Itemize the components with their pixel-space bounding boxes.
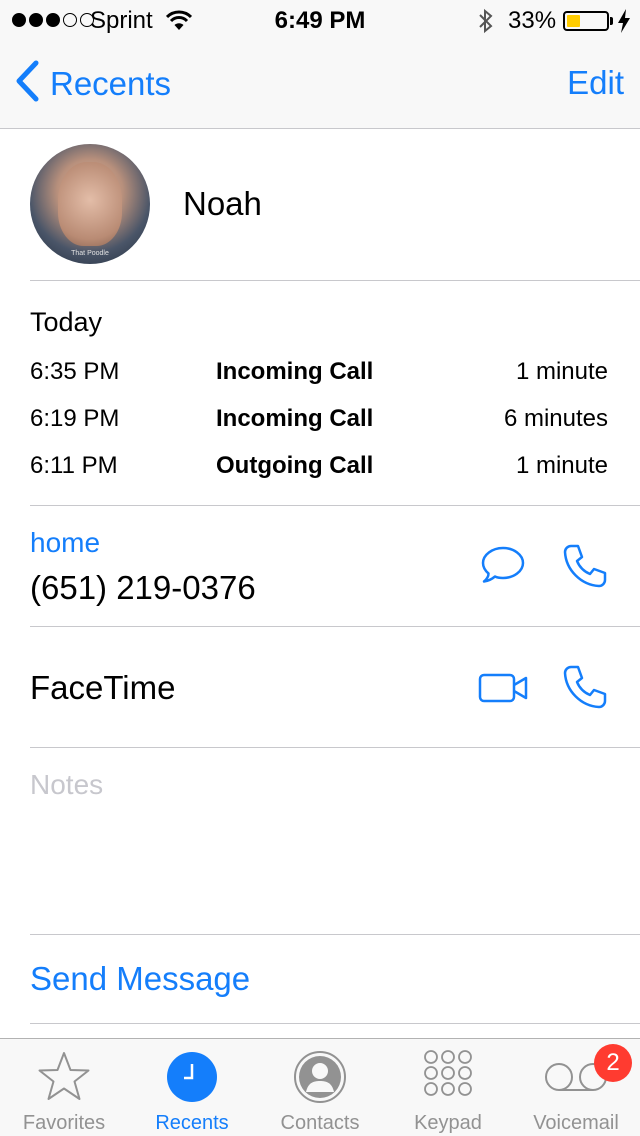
call-history-row: 6:35 PM Incoming Call 1 minute (0, 358, 640, 388)
call-history-row: 6:11 PM Outgoing Call 1 minute (0, 452, 640, 482)
call-duration: 6 minutes (503, 405, 608, 432)
tab-label: Voicemail (533, 1112, 619, 1134)
call-time: 6:35 PM (30, 358, 120, 385)
divider (30, 1023, 640, 1024)
call-duration: 1 minute (515, 452, 608, 479)
battery-percent: 33% (508, 7, 557, 34)
message-bubble-icon[interactable] (480, 544, 526, 591)
call-type: Incoming Call (216, 405, 374, 432)
phone-call-icon[interactable] (561, 542, 609, 595)
battery-tip (610, 17, 613, 25)
tab-favorites[interactable]: Favorites (0, 1039, 128, 1136)
status-bar: Sprint 6:49 PM 33% (0, 0, 640, 40)
contact-name: Noah (183, 185, 262, 222)
divider (30, 747, 640, 748)
divider (30, 280, 640, 281)
chevron-left-icon (14, 60, 40, 107)
tab-label: Recents (155, 1112, 229, 1134)
battery-fill (567, 15, 580, 27)
call-type: Incoming Call (216, 358, 374, 385)
call-duration: 1 minute (515, 358, 608, 385)
star-icon (0, 1049, 128, 1105)
tab-label: Contacts (280, 1112, 360, 1134)
call-history-row: 6:19 PM Incoming Call 6 minutes (0, 405, 640, 435)
bluetooth-icon (476, 8, 496, 41)
top-bar: Sprint 6:49 PM 33% Recents Edit (0, 0, 640, 129)
tab-bar: Favorites Recents Contacts Keypad Voicem… (0, 1038, 640, 1136)
back-button[interactable]: Recents (14, 60, 171, 107)
call-time: 6:11 PM (30, 452, 118, 479)
tab-keypad[interactable]: Keypad (384, 1039, 512, 1136)
voicemail-badge: 2 (594, 1044, 632, 1082)
facetime-label: FaceTime (30, 669, 176, 706)
keypad-icon (384, 1049, 512, 1105)
call-history-heading: Today (30, 307, 103, 337)
clock-icon (128, 1049, 256, 1105)
charging-bolt-icon (617, 8, 631, 41)
avatar: That Poodle (30, 144, 150, 264)
edit-button[interactable]: Edit (567, 64, 624, 102)
tab-label: Favorites (22, 1112, 106, 1134)
tab-label: Keypad (414, 1112, 482, 1134)
divider (30, 626, 640, 627)
phone-number[interactable]: (651) 219-0376 (30, 569, 256, 607)
facetime-audio-icon[interactable] (561, 663, 609, 716)
tab-contacts[interactable]: Contacts (256, 1039, 384, 1136)
back-button-label: Recents (50, 64, 172, 102)
phone-label: home (30, 527, 101, 558)
call-type: Outgoing Call (216, 452, 374, 479)
tab-recents[interactable]: Recents (128, 1039, 256, 1136)
divider (30, 934, 640, 935)
call-time: 6:19 PM (30, 405, 120, 432)
avatar-caption: That Poodle (71, 250, 109, 257)
divider (30, 505, 640, 506)
send-message-button[interactable]: Send Message (30, 960, 250, 998)
person-icon (256, 1049, 384, 1105)
notes-field[interactable]: Notes (30, 769, 103, 801)
battery-icon (563, 11, 609, 31)
video-camera-icon[interactable] (478, 672, 530, 709)
avatar-photo (58, 162, 122, 246)
